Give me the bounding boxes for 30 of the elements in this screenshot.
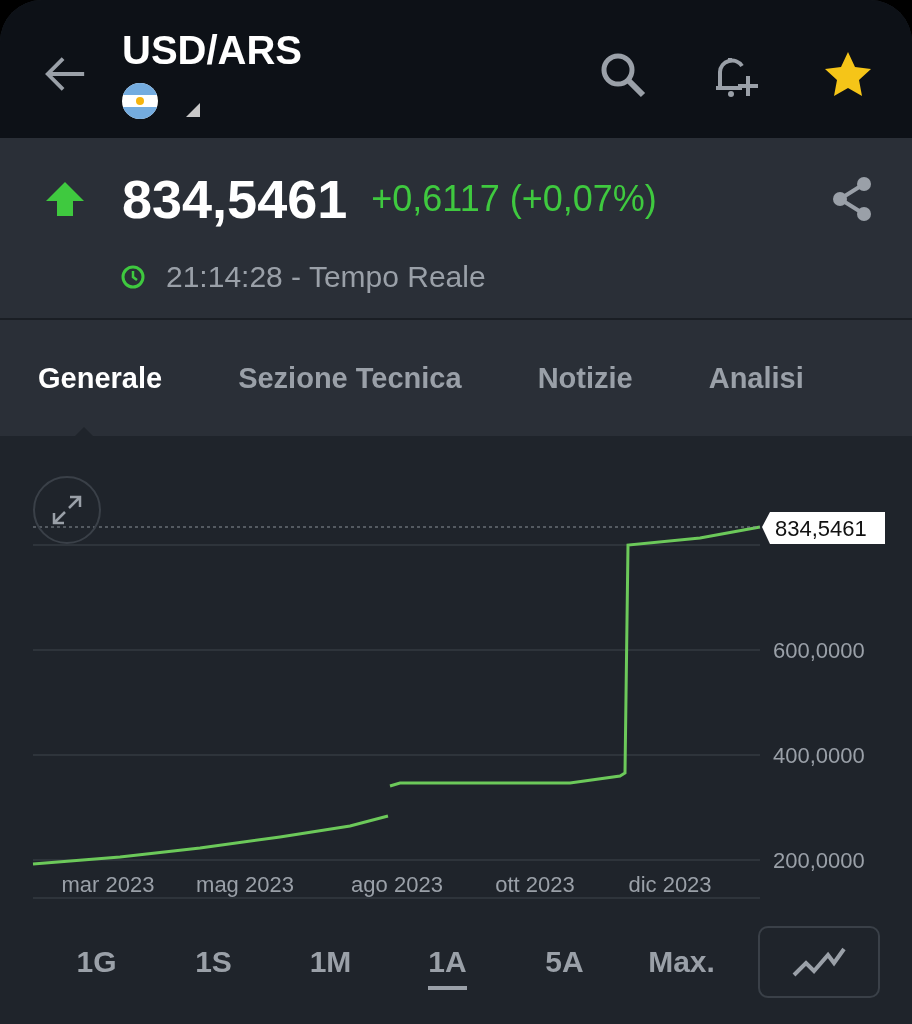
currency-pair-title: USD/ARS <box>122 28 303 73</box>
update-time: 21:14:28 - Tempo Reale <box>166 260 486 294</box>
time-range-button[interactable]: Max. <box>623 932 740 992</box>
x-axis-label: mag 2023 <box>196 872 294 897</box>
price-value: 834,5461 <box>122 168 348 230</box>
section-tab[interactable]: Generale <box>18 320 183 436</box>
time-range-button[interactable]: 1M <box>272 932 389 992</box>
y-axis-label: 200,0000 <box>773 848 865 873</box>
y-axis-label: 400,0000 <box>773 743 865 768</box>
price-change: +0,6117 (+0,07%) <box>371 178 657 220</box>
y-axis-label: 600,0000 <box>773 638 865 663</box>
current-price-tag: 834,5461 <box>762 512 885 544</box>
section-tab[interactable]: Notizie <box>517 320 653 436</box>
clock-icon <box>120 264 146 290</box>
line-chart-icon <box>791 945 847 979</box>
x-axis-label: ott 2023 <box>495 872 575 897</box>
section-tab[interactable]: Analisi <box>688 320 824 436</box>
x-axis-label: dic 2023 <box>628 872 712 897</box>
section-tab[interactable]: Sezione Tecnica <box>218 320 482 436</box>
x-axis-label: ago 2023 <box>351 872 443 897</box>
time-range-button[interactable]: 1A <box>389 932 506 992</box>
share-icon[interactable] <box>832 176 874 222</box>
argentina-flag-icon <box>122 83 158 119</box>
time-range-button[interactable]: 1G <box>38 932 155 992</box>
time-range-button[interactable]: 1S <box>155 932 272 992</box>
chart-type-button[interactable] <box>758 926 880 998</box>
x-axis-label: mar 2023 <box>61 872 155 897</box>
expand-button[interactable] <box>33 476 101 544</box>
dropdown-icon[interactable] <box>186 103 200 117</box>
time-range-button[interactable]: 5A <box>506 932 623 992</box>
